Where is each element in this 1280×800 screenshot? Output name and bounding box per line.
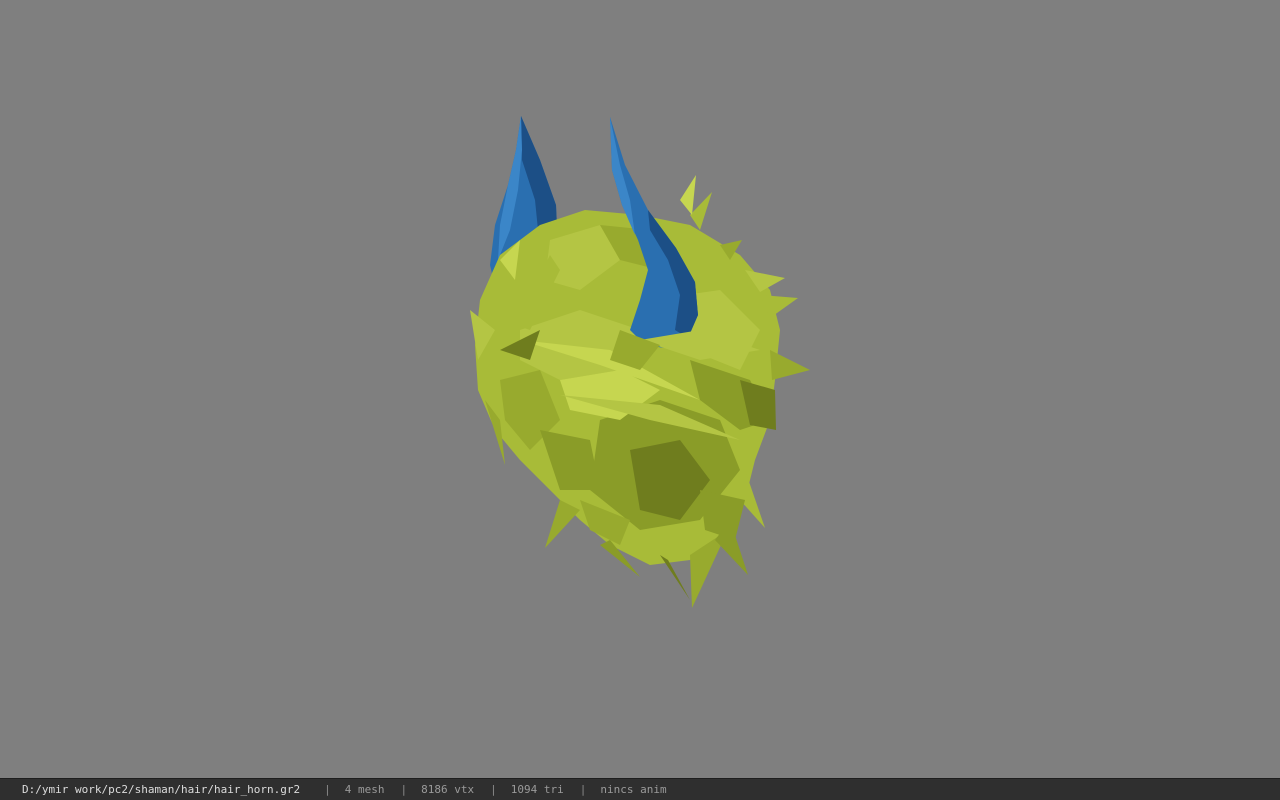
status-separator: |	[400, 783, 408, 796]
status-separator: |	[324, 783, 331, 796]
status-separator: |	[490, 783, 497, 796]
status-separator: |	[579, 783, 587, 796]
mesh-count-label: 4 mesh	[344, 783, 385, 796]
animation-status-label: nincs anim	[600, 783, 667, 796]
3d-viewport[interactable]	[0, 0, 1280, 778]
model-render	[470, 116, 810, 608]
vertex-count-label: 8186 vtx	[421, 783, 475, 796]
status-bar: D:/ymir work/pc2/shaman/hair/hair_horn.g…	[0, 778, 1280, 800]
triangle-count-label: 1094 tri	[510, 783, 564, 796]
file-path-label: D:/ymir work/pc2/shaman/hair/hair_horn.g…	[22, 783, 301, 796]
